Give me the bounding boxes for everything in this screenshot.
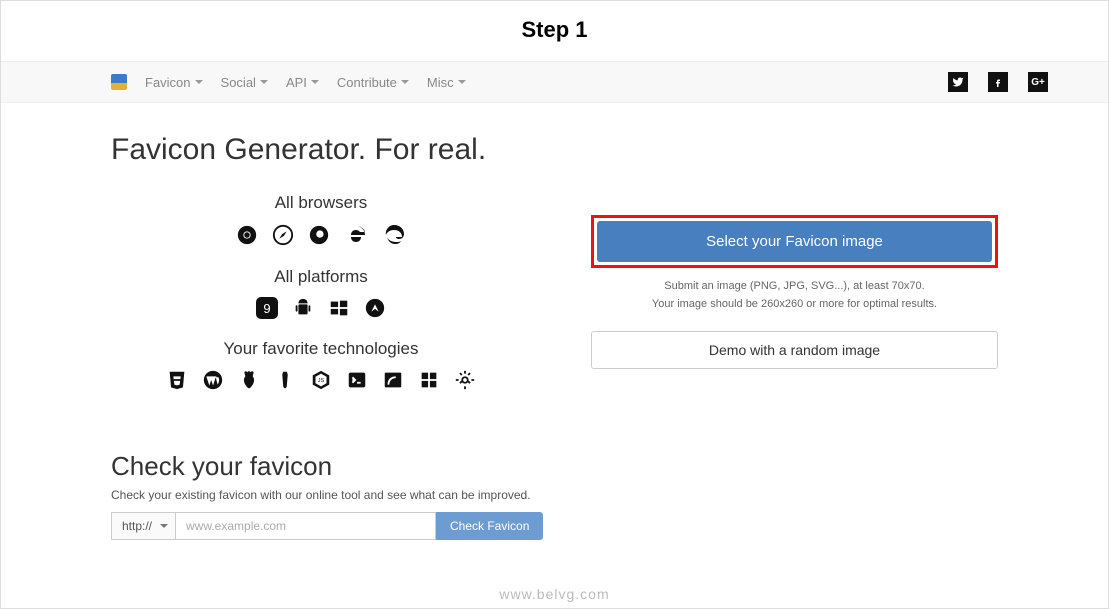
grunt-icon (238, 369, 260, 391)
nodejs-icon: JS (310, 369, 332, 391)
chrome-icon (236, 224, 258, 246)
browsers-icons (111, 223, 531, 247)
edge-icon (382, 223, 406, 247)
svg-text:JS: JS (318, 378, 325, 384)
chevron-down-icon (458, 80, 466, 84)
hint-line-2: Your image should be 260x260 or more for… (591, 296, 998, 314)
cli-icon (346, 369, 368, 391)
nav-social[interactable]: Social (221, 75, 268, 90)
technologies-heading: Your favorite technologies (111, 339, 531, 359)
nav-misc[interactable]: Misc (427, 75, 466, 90)
check-sub: Check your existing favicon with our onl… (111, 488, 998, 502)
chevron-down-icon (260, 80, 268, 84)
url-input[interactable] (176, 512, 436, 540)
gulp-icon (274, 369, 296, 391)
step-title: Step 1 (1, 1, 1108, 61)
wordpress-icon (202, 369, 224, 391)
firefox-icon (308, 224, 330, 246)
ie-icon (344, 223, 368, 247)
nav-contribute[interactable]: Contribute (337, 75, 409, 90)
safari-icon (272, 224, 294, 246)
windows-icon (328, 297, 350, 319)
microsoft-icon (418, 369, 440, 391)
nav-favicon[interactable]: Favicon (145, 75, 203, 90)
html5-icon (166, 369, 188, 391)
select-favicon-button[interactable]: Select your Favicon image (597, 221, 992, 262)
facebook-icon[interactable] (988, 72, 1008, 92)
watermark: www.belvg.com (1, 586, 1108, 602)
twitter-icon[interactable] (948, 72, 968, 92)
chevron-down-icon (195, 80, 203, 84)
rails-icon (382, 369, 404, 391)
scheme-select[interactable]: http:// (111, 512, 176, 540)
logo-icon[interactable] (111, 74, 127, 90)
googleplus-icon[interactable]: G+ (1028, 72, 1048, 92)
nav-api[interactable]: API (286, 75, 319, 90)
platforms-icons: 9 (111, 297, 531, 319)
hint-line-1: Submit an image (PNG, JPG, SVG...), at l… (591, 278, 998, 296)
browsers-heading: All browsers (111, 193, 531, 213)
ios-icon: 9 (256, 297, 278, 319)
macos-icon (364, 297, 386, 319)
demo-button[interactable]: Demo with a random image (591, 331, 998, 369)
platforms-heading: All platforms (111, 267, 531, 287)
gear-icon (454, 369, 476, 391)
select-button-highlight: Select your Favicon image (591, 215, 998, 268)
chevron-down-icon (311, 80, 319, 84)
android-icon (292, 297, 314, 319)
navbar: Favicon Social API Contribute Misc G+ (1, 61, 1108, 103)
page-title: Favicon Generator. For real. (111, 133, 998, 167)
check-form: http:// Check Favicon (111, 512, 998, 540)
chevron-down-icon (401, 80, 409, 84)
check-favicon-button[interactable]: Check Favicon (436, 512, 543, 540)
technologies-icons: JS (111, 369, 531, 391)
check-heading: Check your favicon (111, 451, 998, 482)
